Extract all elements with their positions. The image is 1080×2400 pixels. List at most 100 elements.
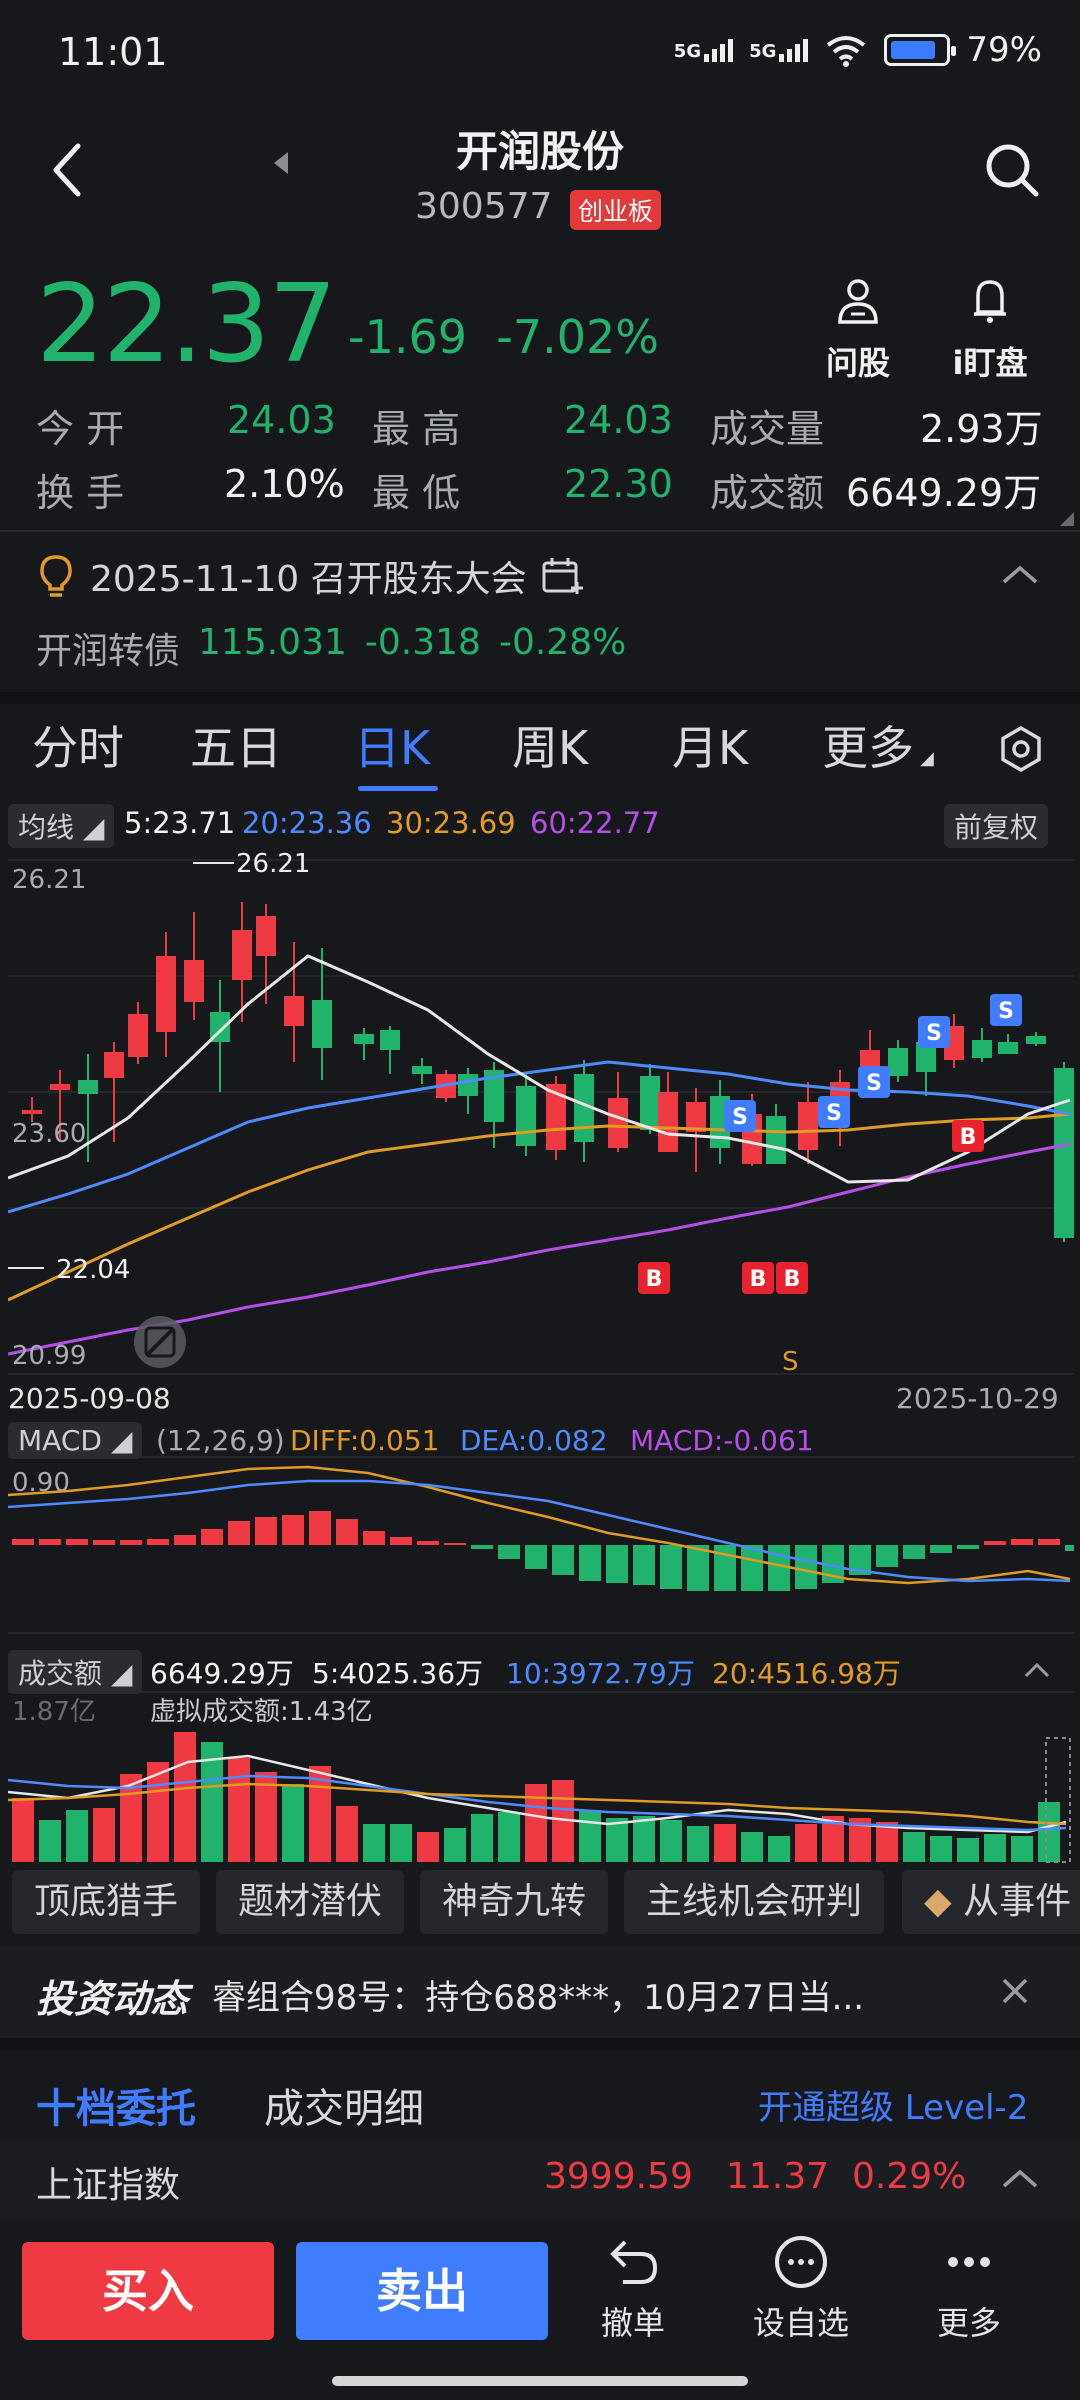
watch-button[interactable]: i盯盘 (935, 276, 1045, 384)
volume-bar (714, 1824, 736, 1862)
tool-from-event[interactable]: ◆ 从事件 (902, 1870, 1080, 1934)
macd-bar (147, 1539, 169, 1545)
macd-bar (255, 1517, 277, 1545)
battery-icon (884, 34, 957, 66)
stock-code: 300577 (415, 186, 553, 227)
price-change: -1.69 -7.02% (348, 310, 660, 364)
sell-signal-marker: S (724, 1100, 756, 1132)
macd-chart[interactable]: 0.90 (8, 1455, 1074, 1635)
macd-bar (552, 1545, 574, 1575)
index-row[interactable]: 上证指数 3999.59 11.37 0.29% (0, 2140, 1080, 2220)
section-gap-2 (0, 2038, 1080, 2050)
low-label: 最 低 (372, 471, 461, 515)
volume-bar (1038, 1802, 1060, 1862)
tab-order-book[interactable]: 十档委托 (36, 2076, 196, 2134)
add-watchlist-button[interactable]: 设自选 (746, 2234, 856, 2344)
buy-signal-marker: B (742, 1262, 774, 1294)
close-icon[interactable] (998, 1974, 1032, 2008)
volume-bar (12, 1798, 34, 1862)
macd-bar (957, 1545, 979, 1549)
person-icon (838, 279, 878, 324)
volume-bar (579, 1810, 601, 1862)
ma60-value: 60:22.77 (530, 806, 660, 840)
signal-icon: 5G (674, 38, 734, 62)
macd-bar (417, 1541, 439, 1545)
ma20-value: 20:23.36 (242, 806, 372, 840)
kline-chart[interactable]: 26.21 22.04 26.21 23.60 20.99 S SSSSB B BB … (8, 852, 1074, 1382)
tab-daily-k[interactable]: 日K (354, 712, 430, 778)
volume-bar (66, 1810, 88, 1862)
volume-bar (93, 1808, 115, 1862)
volume-label: 成交量 (710, 407, 825, 451)
settings-hexagon-icon[interactable] (996, 724, 1046, 774)
volume-bar (390, 1824, 412, 1862)
shareholder-meeting-notice[interactable]: 2025-11-10 召开股东大会 (36, 550, 585, 602)
ma-legend: 均线 ◢ 5:23.71 20:23.36 30:23.69 60:22.77 … (0, 804, 1080, 848)
high-value: 24.03 (564, 398, 673, 442)
divider (0, 530, 1080, 532)
volume-selector[interactable]: 成交额 ◢ (8, 1650, 143, 1694)
volume-bar (957, 1838, 979, 1862)
ask-stock-button[interactable]: 问股 (803, 276, 913, 384)
open-label: 今 开 (36, 407, 125, 451)
notice-text: 2025-11-10 召开股东大会 (90, 559, 527, 600)
bulb-icon (40, 555, 72, 597)
tool-theme-ambush[interactable]: 题材潜伏 (216, 1870, 405, 1934)
expand-chevron-icon[interactable] (1000, 2166, 1040, 2192)
ma-selector[interactable]: 均线 ◢ (8, 804, 115, 848)
volume-bar (228, 1758, 250, 1862)
tab-monthly-k[interactable]: 月K (672, 712, 748, 778)
adjust-selector[interactable]: 前复权 (944, 804, 1049, 848)
tab-trade-detail[interactable]: 成交明细 (264, 2076, 424, 2134)
macd-bar (903, 1545, 925, 1559)
search-icon[interactable] (982, 140, 1042, 200)
tab-weekly-k[interactable]: 周K (512, 712, 588, 778)
bond-change: -0.318 (364, 622, 481, 663)
macd-bar (660, 1545, 682, 1589)
macd-bar (120, 1540, 142, 1545)
tab-intraday[interactable]: 分时 (32, 712, 124, 778)
macd-selector[interactable]: MACD ◢ (8, 1422, 143, 1459)
home-indicator (332, 2376, 748, 2386)
sell-signal-marker: S (990, 994, 1022, 1026)
macd-bar (12, 1539, 34, 1545)
calendar-add-icon[interactable] (541, 556, 585, 596)
tool-top-bottom-hunter[interactable]: 顶底猎手 (12, 1870, 201, 1934)
active-tab-indicator (358, 786, 438, 791)
volume-collapse-icon[interactable] (1022, 1660, 1052, 1680)
wifi-icon (827, 36, 866, 67)
macd-bar (1011, 1539, 1033, 1545)
macd-bar (876, 1545, 898, 1567)
diamond-icon: ◆ (924, 1881, 952, 1922)
level2-upgrade-link[interactable]: 开通超级 Level-2 (758, 2080, 1028, 2129)
open-value: 24.03 (227, 398, 336, 442)
section-gap (0, 692, 1080, 704)
volume-bar (174, 1732, 196, 1862)
tab-more[interactable]: 更多 ◢ (822, 712, 934, 778)
cancel-order-button[interactable]: 撤单 (578, 2234, 688, 2344)
tab-five-day[interactable]: 五日 (190, 712, 282, 778)
news-ticker[interactable]: 投资动态 睿组合98号：持仓688***，10月27日当... (0, 1946, 1080, 2038)
bond-name: 开润转债 (36, 631, 181, 672)
volume-bar (417, 1832, 439, 1862)
collapse-chevron-icon[interactable] (1000, 562, 1040, 588)
sell-button[interactable]: 卖出 (296, 2242, 548, 2340)
volume-chart[interactable]: 1.87亿 虚拟成交额:1.43亿 (8, 1690, 1074, 1865)
macd-dea: DEA:0.082 (460, 1424, 608, 1457)
volume-total: 6649.29万 (150, 1657, 294, 1690)
macd-bar (309, 1511, 331, 1545)
macd-bar (525, 1545, 547, 1569)
macd-bar (579, 1545, 601, 1581)
tool-magic-nine[interactable]: 神奇九转 (420, 1870, 609, 1934)
svg-text:B: B (750, 1267, 767, 1292)
s-signal-text: S (782, 1347, 799, 1377)
draw-tool-icon[interactable] (134, 1316, 186, 1368)
convertible-bond-row[interactable]: 开润转债 115.031 -0.318 -0.28% (36, 622, 626, 674)
tool-mainline-analysis[interactable]: 主线机会研判 (624, 1870, 885, 1934)
expand-corner-icon[interactable] (1060, 512, 1074, 526)
more-actions-button[interactable]: 更多 (914, 2234, 1024, 2344)
buy-button[interactable]: 买入 (22, 2242, 274, 2340)
macd-bar (930, 1545, 952, 1553)
dots-circle-icon (775, 2236, 827, 2288)
index-change: 11.37 (726, 2156, 830, 2197)
